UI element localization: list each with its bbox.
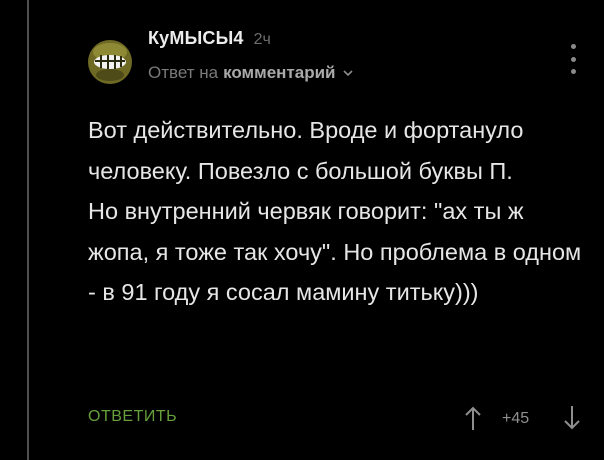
avatar[interactable] <box>88 40 132 84</box>
arrow-down-icon[interactable] <box>562 404 582 432</box>
thread-line <box>27 0 29 460</box>
reply-target[interactable]: комментарий <box>223 63 335 83</box>
chevron-down-icon[interactable] <box>342 67 354 79</box>
author-name[interactable]: КуМЫСЫ4 <box>148 28 244 49</box>
comment-time: 2ч <box>253 31 271 48</box>
reply-prefix: Ответ на <box>148 63 219 82</box>
menu-dot <box>570 69 576 74</box>
reply-button[interactable]: ОТВЕТИТЬ <box>88 408 177 426</box>
rating-value: +45 <box>502 410 530 427</box>
author-row: КуМЫСЫ4 2ч <box>148 28 354 49</box>
comment-header: КуМЫСЫ4 2ч Ответ на комментарий <box>148 28 354 83</box>
menu-dot <box>570 56 576 62</box>
menu-dot <box>570 44 576 49</box>
arrow-up-icon[interactable] <box>463 404 483 432</box>
smiling-face-icon <box>88 40 132 84</box>
comment-text: Вот действительно. Вроде и фортануло чел… <box>88 110 588 313</box>
reply-context[interactable]: Ответ на комментарий <box>148 63 354 83</box>
kebab-menu-icon[interactable] <box>565 44 581 74</box>
comment-screen: КуМЫСЫ4 2ч Ответ на комментарий Вот дейс… <box>0 0 604 460</box>
comment-paragraph: Но внутренний червяк говорит: "ах ты ж ж… <box>88 198 582 305</box>
comment-paragraph: Вот действительно. Вроде и фортануло чел… <box>88 117 524 184</box>
